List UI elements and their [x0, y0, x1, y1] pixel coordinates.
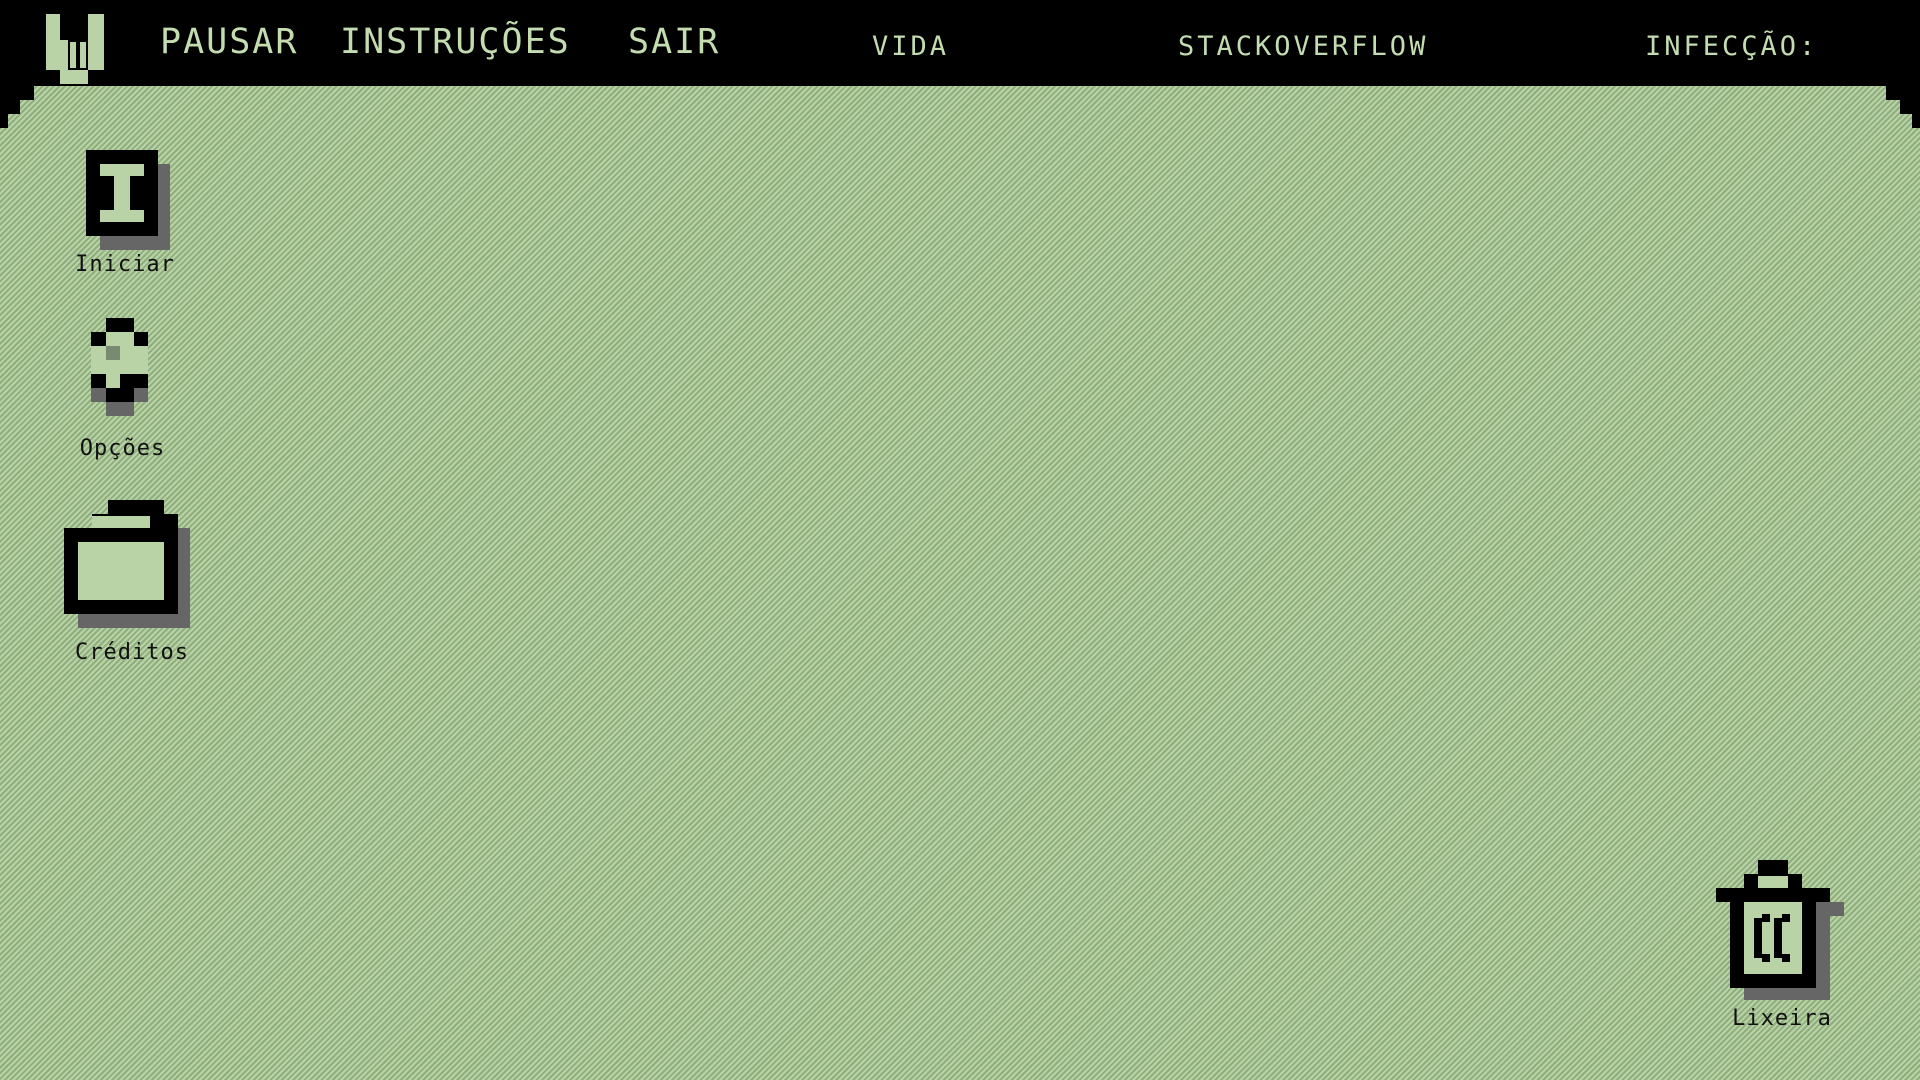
- desktop-icon-label: Opções: [79, 436, 166, 461]
- menu-instrucoes[interactable]: INSTRUÇÕES: [340, 22, 571, 62]
- desktop-icon-opcoes[interactable]: Opções: [55, 316, 190, 466]
- desktop-icon-lixeira[interactable]: Lixeira: [1712, 860, 1852, 1036]
- vida-label: VIDA: [872, 31, 950, 62]
- ring-icon: [91, 318, 148, 416]
- desktop-icon-label: Créditos: [75, 640, 189, 665]
- screen-corner-right: [1886, 86, 1920, 130]
- menu-pausar[interactable]: PAUSAR: [160, 22, 298, 62]
- pixel-hand-logo-icon[interactable]: [44, 12, 110, 84]
- desktop-icon-label: Iniciar: [75, 252, 175, 277]
- folder-icon: [64, 500, 190, 628]
- desktop-icon-creditos[interactable]: Créditos: [58, 500, 206, 670]
- trash-icon: [1716, 860, 1844, 1000]
- desktop-icon-label: Lixeira: [1732, 1006, 1832, 1031]
- desktop-icon-iniciar[interactable]: Iniciar: [60, 148, 190, 288]
- stackoverflow-label: STACKOVERFLOW: [1178, 31, 1429, 62]
- screen-corner-left: [0, 86, 34, 130]
- infeccao-label: INFECÇÃO:: [1645, 31, 1819, 62]
- menu-bar: PAUSAR INSTRUÇÕES SAIR VIDA STACKOVERFLO…: [0, 0, 1920, 86]
- menu-sair[interactable]: SAIR: [628, 22, 720, 62]
- i-beam-icon: [86, 150, 170, 250]
